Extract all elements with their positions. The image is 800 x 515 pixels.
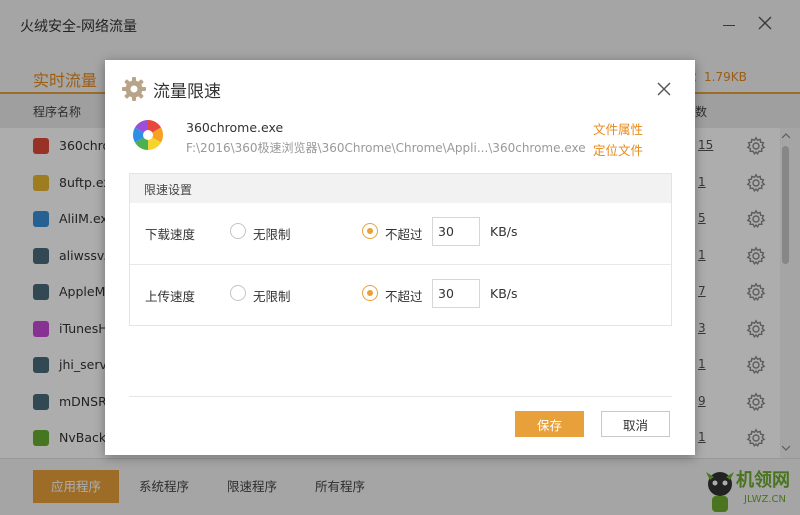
download-unlimited-label[interactable]: 无限制	[253, 224, 291, 243]
dialog-close-icon[interactable]	[653, 78, 675, 100]
download-speed-unit: KB/s	[490, 224, 518, 239]
download-speed-label: 下载速度	[145, 227, 196, 242]
gear-icon	[122, 77, 146, 101]
speed-limit-dialog: 流量限速 360chrome.exe F:\2016\360极速浏览器\360C…	[105, 60, 695, 455]
download-speed-row: 下载速度 无限制 不超过 KB/s	[130, 203, 671, 264]
download-unlimited-radio[interactable]	[230, 223, 246, 239]
upload-speed-label: 上传速度	[145, 289, 196, 304]
file-properties-link[interactable]: 文件属性	[593, 119, 643, 138]
upload-speed-input[interactable]	[432, 279, 480, 308]
dialog-divider	[129, 396, 672, 397]
download-max-label[interactable]: 不超过	[385, 224, 423, 243]
chrome-360-logo-icon	[132, 120, 164, 150]
speed-limit-settings: 限速设置 下载速度 无限制 不超过 KB/s 上传速度 无限制 不超过 KB/s	[129, 173, 672, 326]
dialog-title: 流量限速	[153, 82, 221, 102]
upload-unlimited-radio[interactable]	[230, 285, 246, 301]
upload-speed-row: 上传速度 无限制 不超过 KB/s	[130, 264, 671, 325]
upload-max-radio[interactable]	[362, 285, 378, 301]
app-file-path: F:\2016\360极速浏览器\360Chrome\Chrome\Appli.…	[186, 141, 586, 155]
locate-file-link[interactable]: 定位文件	[593, 140, 643, 159]
download-speed-input[interactable]	[432, 217, 480, 246]
settings-header: 限速设置	[130, 174, 671, 203]
settings-header-label: 限速设置	[144, 183, 193, 197]
save-button[interactable]: 保存	[515, 411, 584, 437]
cancel-button[interactable]: 取消	[601, 411, 670, 437]
upload-speed-unit: KB/s	[490, 286, 518, 301]
app-exe-name: 360chrome.exe	[186, 120, 284, 135]
download-max-radio[interactable]	[362, 223, 378, 239]
upload-max-label[interactable]: 不超过	[385, 286, 423, 305]
upload-unlimited-label[interactable]: 无限制	[253, 286, 291, 305]
